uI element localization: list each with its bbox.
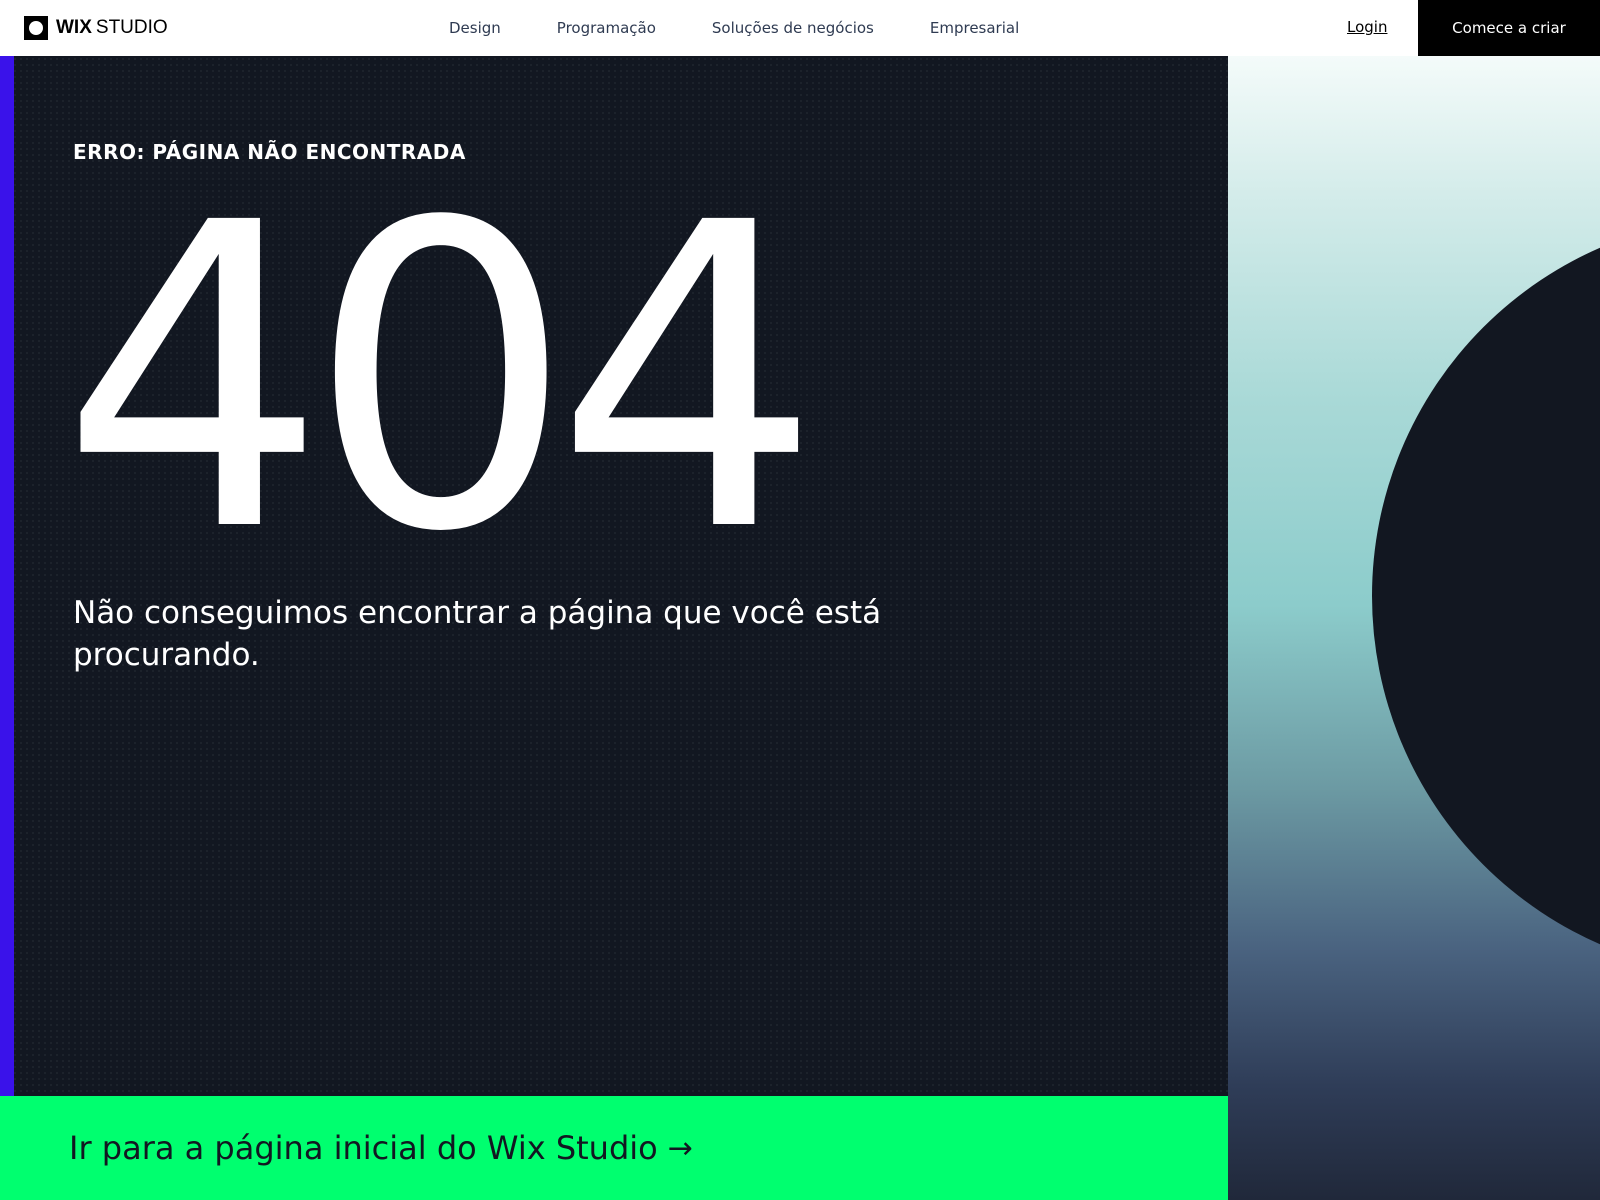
- nav-item-design[interactable]: Design: [449, 19, 501, 37]
- logo-studio-text: STUDIO: [95, 17, 168, 38]
- nav-item-programacao[interactable]: Programação: [557, 19, 656, 37]
- decorative-side-panel: [1228, 56, 1600, 1200]
- go-home-label: Ir para a página inicial do Wix Studio: [69, 1129, 658, 1167]
- nav-item-solucoes[interactable]: Soluções de negócios: [712, 19, 874, 37]
- top-header: WIX STUDIO Design Programação Soluções d…: [0, 0, 1600, 56]
- wix-logo-icon: [24, 16, 48, 40]
- error-code: 404: [60, 135, 822, 624]
- login-link[interactable]: Login: [1347, 18, 1387, 36]
- go-home-link[interactable]: Ir para a página inicial do Wix Studio →: [0, 1096, 1228, 1200]
- start-creating-button[interactable]: Comece a criar: [1418, 0, 1600, 56]
- logo-wix-text: WIX: [56, 17, 92, 38]
- error-message: Não conseguimos encontrar a página que v…: [73, 595, 882, 673]
- accent-bar: [0, 56, 14, 1096]
- wix-studio-logo[interactable]: WIX STUDIO: [24, 16, 168, 40]
- error-page: WIX STUDIO Design Programação Soluções d…: [0, 0, 1600, 1200]
- main-nav: Design Programação Soluções de negócios …: [449, 0, 1075, 56]
- arrow-right-icon: →: [667, 1130, 693, 1166]
- decorative-circle: [1372, 216, 1600, 976]
- nav-item-empresarial[interactable]: Empresarial: [930, 19, 1019, 37]
